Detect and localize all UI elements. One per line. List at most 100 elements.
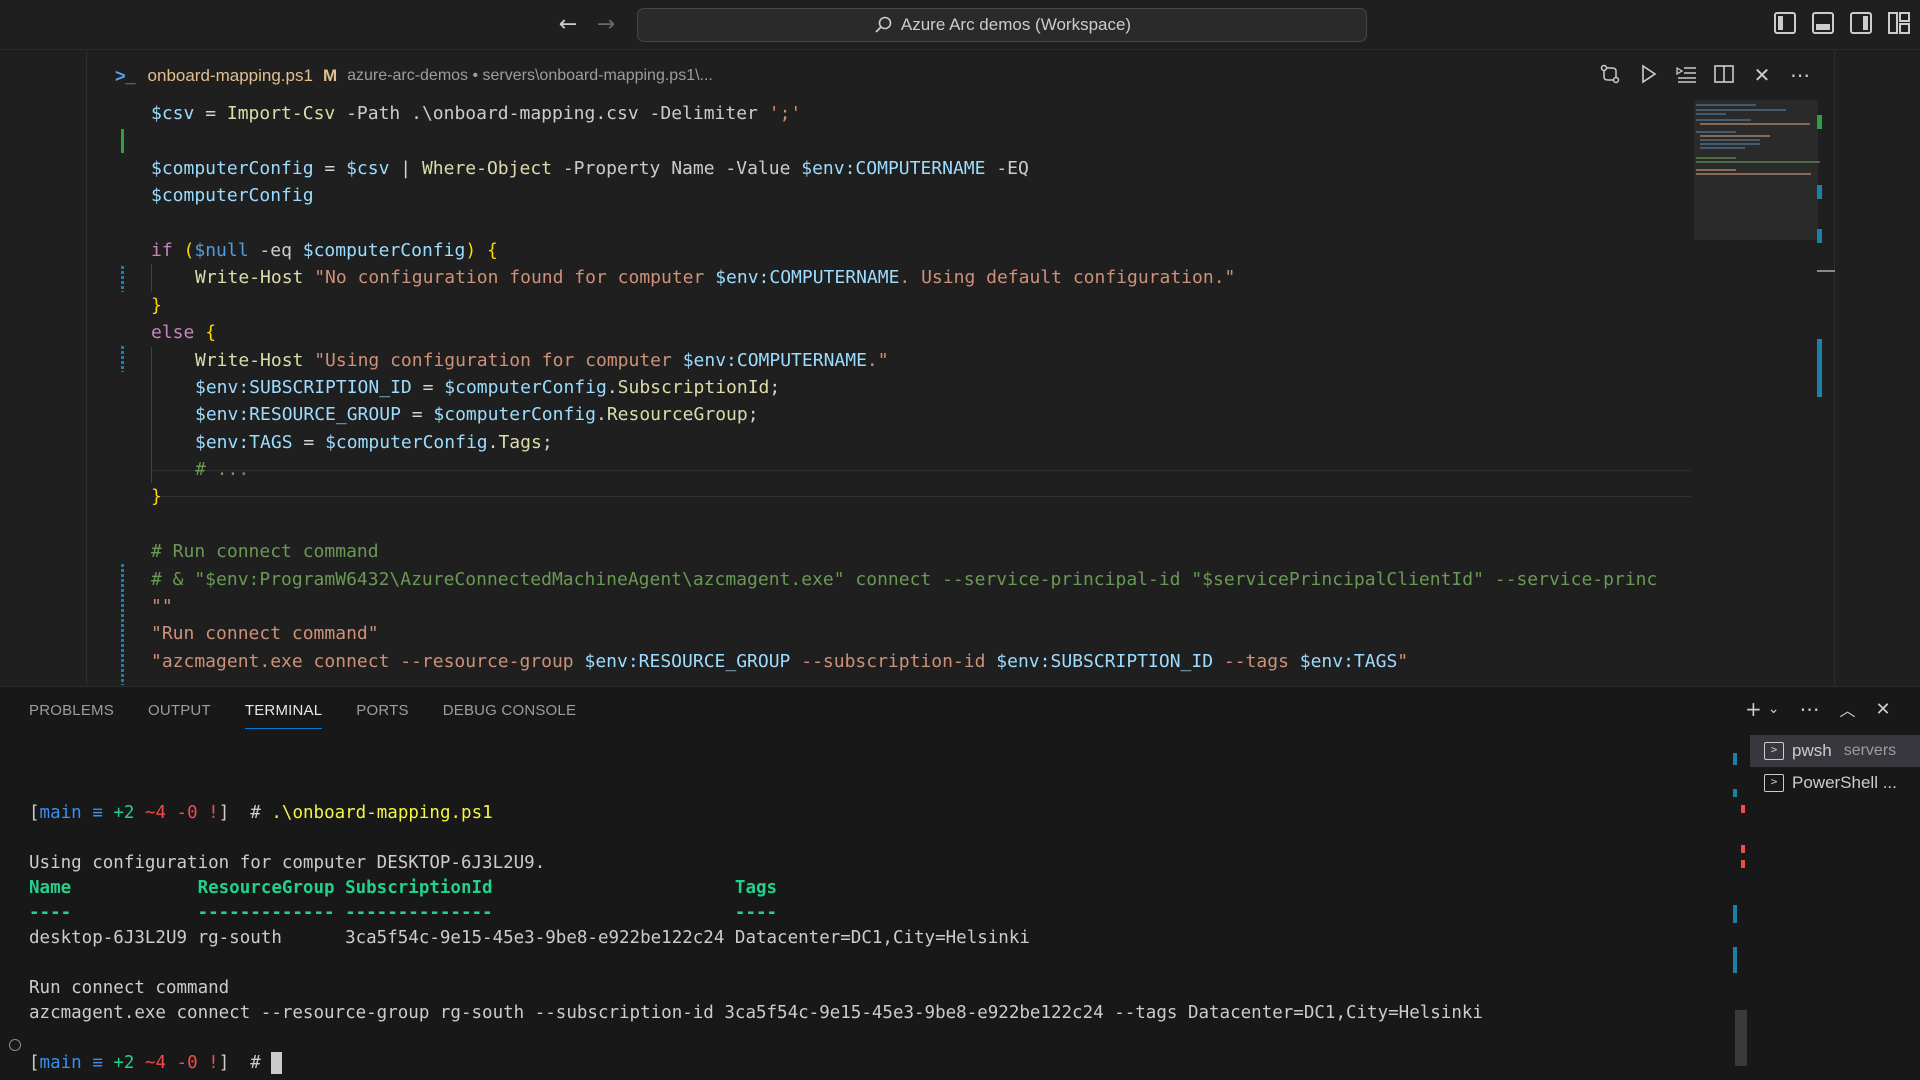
tab-debug-console[interactable]: DEBUG CONSOLE [443, 701, 576, 729]
editor-area: >_ onboard-mapping.ps1 M azure-arc-demos… [0, 51, 1920, 685]
more-actions-icon[interactable]: ⋯ [1800, 697, 1820, 721]
code-line: $computerConfig [151, 182, 1691, 209]
terminal-token: Name ResourceGroup SubscriptionId Tags [29, 878, 778, 898]
code-line: } [151, 483, 1691, 510]
tab-output[interactable]: OUTPUT [148, 701, 211, 729]
open-changes-icon[interactable] [1598, 63, 1622, 87]
terminal-token: ] [218, 1053, 230, 1073]
customize-layout-icon[interactable] [1888, 12, 1910, 34]
bottom-panel: PROBLEMS OUTPUT TERMINAL PORTS DEBUG CON… [0, 686, 1920, 1080]
toggle-secondary-sidebar-icon[interactable] [1850, 12, 1872, 34]
code-token: . [595, 404, 607, 426]
code-token: $env:RESOURCE_GROUP [584, 650, 791, 672]
code-token: $computerConfig [433, 404, 596, 426]
terminal-item-pwsh[interactable]: > pwsh servers [1750, 735, 1920, 767]
run-icon[interactable] [1636, 63, 1660, 87]
editor-left-border [86, 51, 87, 685]
terminal-token: ---- ------------- -------------- ---- [29, 903, 778, 923]
arrow-left-icon[interactable]: ← [554, 12, 582, 38]
chevron-down-icon[interactable]: ⌄ [1768, 701, 1780, 717]
editor-tab[interactable]: >_ onboard-mapping.ps1 M azure-arc-demos… [115, 61, 713, 91]
terminal-output[interactable]: [main ≡ +2 ~4 -0 !] # .\onboard-mapping.… [29, 776, 1729, 1076]
code-token: "Using configuration for computer [314, 349, 683, 371]
code-token: -eq [248, 239, 303, 261]
toggle-panel-icon[interactable] [1812, 12, 1834, 34]
run-selection-icon[interactable] [1674, 63, 1698, 87]
tab-ports[interactable]: PORTS [356, 701, 408, 729]
code-token: # ... [195, 459, 250, 481]
terminal-scrollbar-thumb[interactable] [1735, 1010, 1747, 1066]
code-line: # ... [151, 456, 1691, 484]
code-token: $env:TAGS [1299, 650, 1398, 672]
code-token: "No configuration found for computer [314, 267, 716, 289]
terminal-list: > pwsh servers > PowerShell ... [1750, 735, 1920, 799]
code-token: ) [465, 239, 477, 261]
indent-guide [151, 264, 195, 292]
code-editor[interactable]: $csv = Import-Csv -Path .\onboard-mappin… [151, 100, 1691, 685]
close-panel-icon[interactable]: ✕ [1876, 699, 1891, 720]
code-token: } [151, 486, 162, 508]
code-token: Write-Host [195, 267, 304, 289]
terminal-cursor [271, 1052, 283, 1074]
terminal-name: PowerShell ... [1792, 773, 1897, 792]
tab-terminal[interactable]: TERMINAL [244, 701, 323, 729]
code-token: Tags [498, 431, 542, 453]
code-token: SubscriptionId [617, 376, 770, 398]
code-token: if [151, 239, 173, 261]
code-token: ( [183, 239, 195, 261]
code-line: } [151, 292, 1691, 319]
workspace-title: Azure Arc demos (Workspace) [900, 15, 1132, 34]
git-modified-marker [121, 564, 124, 685]
terminal-token: main [39, 1053, 82, 1073]
new-terminal-icon[interactable]: + [1745, 697, 1762, 721]
code-token: $computerConfig [302, 239, 466, 261]
terminal-token: azcmagent.exe connect --resource-group r… [29, 1003, 1483, 1023]
code-token: $computerConfig [444, 376, 607, 398]
code-token: { [205, 322, 217, 344]
code-token: $csv [346, 157, 390, 179]
tab-problems[interactable]: PROBLEMS [29, 701, 114, 729]
breadcrumb[interactable]: azure-arc-demos • servers\onboard-mappin… [347, 67, 713, 85]
panel-actions: + ⌄ ⋯ ︿ ✕ [1745, 697, 1891, 721]
code-token: Write-Host [195, 349, 304, 371]
scrollbar-cursor-marker [1817, 270, 1835, 272]
code-token: ';' [768, 103, 802, 124]
tab-filename: onboard-mapping.ps1 [147, 66, 313, 85]
code-line: "" [151, 593, 1691, 620]
terminal-line: Using configuration for computer DESKTOP… [29, 851, 1729, 876]
code-token: "" [151, 596, 173, 618]
code-line: $env:RESOURCE_GROUP = $computerConfig.Re… [151, 401, 1691, 429]
toggle-primary-sidebar-icon[interactable] [1774, 12, 1796, 34]
terminal-desc: servers [1843, 742, 1897, 759]
code-token: $env:COMPUTERNAME [715, 267, 900, 289]
terminal-token: ~4 [134, 1053, 166, 1073]
terminal-name: pwsh [1792, 741, 1832, 760]
indent-guide [151, 346, 195, 374]
scrollbar-change-marker [1817, 339, 1822, 397]
close-icon[interactable]: ✕ [1750, 63, 1774, 87]
code-token: = [313, 157, 347, 179]
terminal-item-powershell[interactable]: > PowerShell ... [1750, 767, 1920, 799]
indent-guide [151, 373, 195, 402]
title-bar: ← → Azure Arc demos (Workspace) [0, 0, 1920, 50]
arrow-right-icon[interactable]: → [592, 12, 620, 38]
code-token: . Using default configuration." [899, 267, 1236, 289]
scrollbar-marker [1741, 860, 1745, 868]
terminal-line: [main ≡ +2 ~4 -0 !] # .\onboard-mapping.… [29, 801, 1729, 826]
minimap-slider[interactable] [1694, 100, 1818, 240]
prompt-decoration-icon [9, 1039, 21, 1051]
command-center-search[interactable]: Azure Arc demos (Workspace) [637, 8, 1367, 42]
git-modified-marker [121, 346, 124, 372]
code-token: $env:RESOURCE_GROUP [195, 404, 401, 426]
indent-guide [151, 456, 195, 484]
terminal-token: +2 [113, 1053, 135, 1073]
more-actions-icon[interactable]: ⋯ [1788, 63, 1812, 87]
code-token: Where-Object [421, 157, 552, 179]
maximize-panel-icon[interactable]: ︿ [1840, 697, 1856, 721]
terminal-token: +2 [113, 803, 135, 823]
split-editor-icon[interactable] [1712, 63, 1736, 87]
code-token: -EQ [985, 157, 1029, 179]
code-line: $csv = Import-Csv -Path .\onboard-mappin… [151, 100, 1691, 127]
